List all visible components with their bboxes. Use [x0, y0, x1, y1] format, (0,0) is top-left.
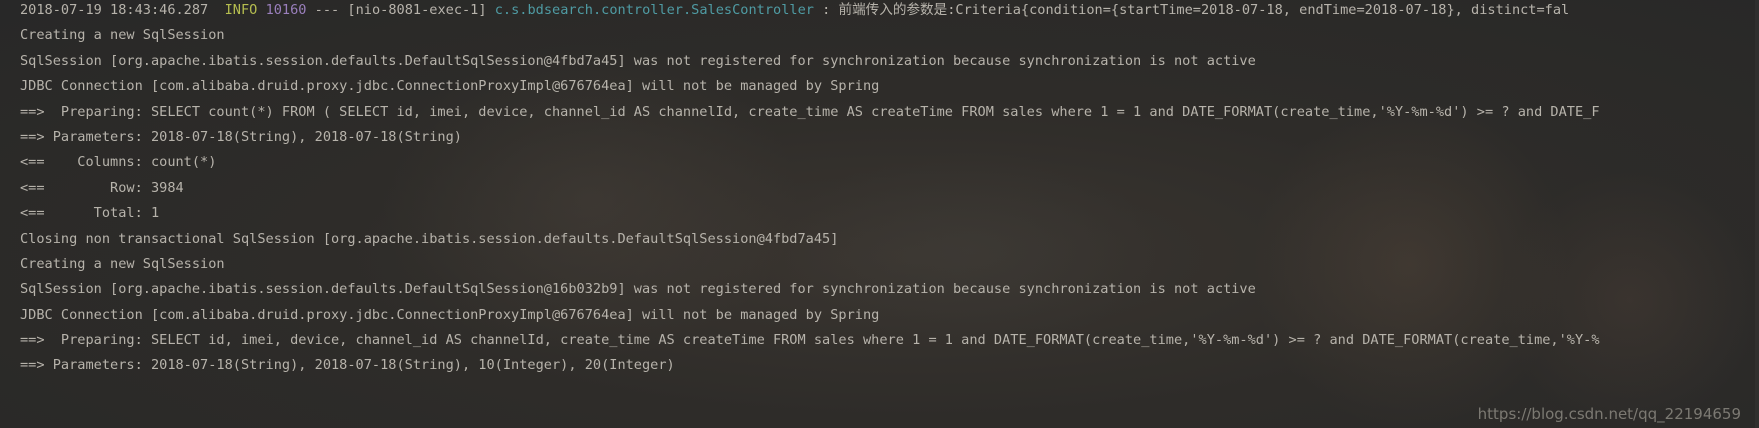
log-line[interactable]: SqlSession [org.apache.ibatis.session.de… — [20, 279, 1600, 304]
log-line[interactable]: ==> Parameters: 2018-07-18(String), 2018… — [20, 355, 1600, 380]
watermark: https://blog.csdn.net/qq_22194659 — [1477, 405, 1741, 423]
log-lines: 2018-07-19 18:43:46.287 INFO 10160 --- [… — [0, 0, 1600, 381]
log-line[interactable]: <== Total: 1 — [20, 203, 1600, 228]
log-logger[interactable]: c.s.bdsearch.controller.SalesController — [495, 2, 814, 18]
log-separator: --- — [314, 2, 340, 18]
console-output[interactable]: 2018-07-19 18:43:46.287 INFO 10160 --- [… — [0, 0, 1759, 428]
log-line[interactable]: <== Row: 3984 — [20, 178, 1600, 203]
log-level: INFO — [224, 2, 258, 18]
log-line[interactable]: SqlSession [org.apache.ibatis.session.de… — [20, 51, 1600, 76]
log-pid: 10160 — [265, 2, 307, 18]
log-line[interactable]: JDBC Connection [com.alibaba.druid.proxy… — [20, 76, 1600, 101]
log-message: : 前端传入的参数是:Criteria{condition={startTime… — [813, 2, 1570, 18]
log-thread: [nio-8081-exec-1] — [347, 2, 487, 18]
log-line[interactable]: Creating a new SqlSession — [20, 254, 1600, 279]
log-line[interactable]: ==> Preparing: SELECT id, imei, device, … — [20, 330, 1600, 355]
log-line[interactable]: ==> Preparing: SELECT count(*) FROM ( SE… — [20, 102, 1600, 127]
log-line[interactable]: 2018-07-19 18:43:46.287 INFO 10160 --- [… — [20, 0, 1600, 25]
log-line[interactable]: <== Columns: count(*) — [20, 152, 1600, 177]
log-line[interactable]: JDBC Connection [com.alibaba.druid.proxy… — [20, 305, 1600, 330]
vertical-scrollbar[interactable] — [1755, 0, 1759, 428]
log-line[interactable]: ==> Parameters: 2018-07-18(String), 2018… — [20, 127, 1600, 152]
log-line[interactable]: Closing non transactional SqlSession [or… — [20, 229, 1600, 254]
log-timestamp: 2018-07-19 18:43:46.287 — [20, 2, 209, 18]
log-line[interactable]: Creating a new SqlSession — [20, 25, 1600, 50]
